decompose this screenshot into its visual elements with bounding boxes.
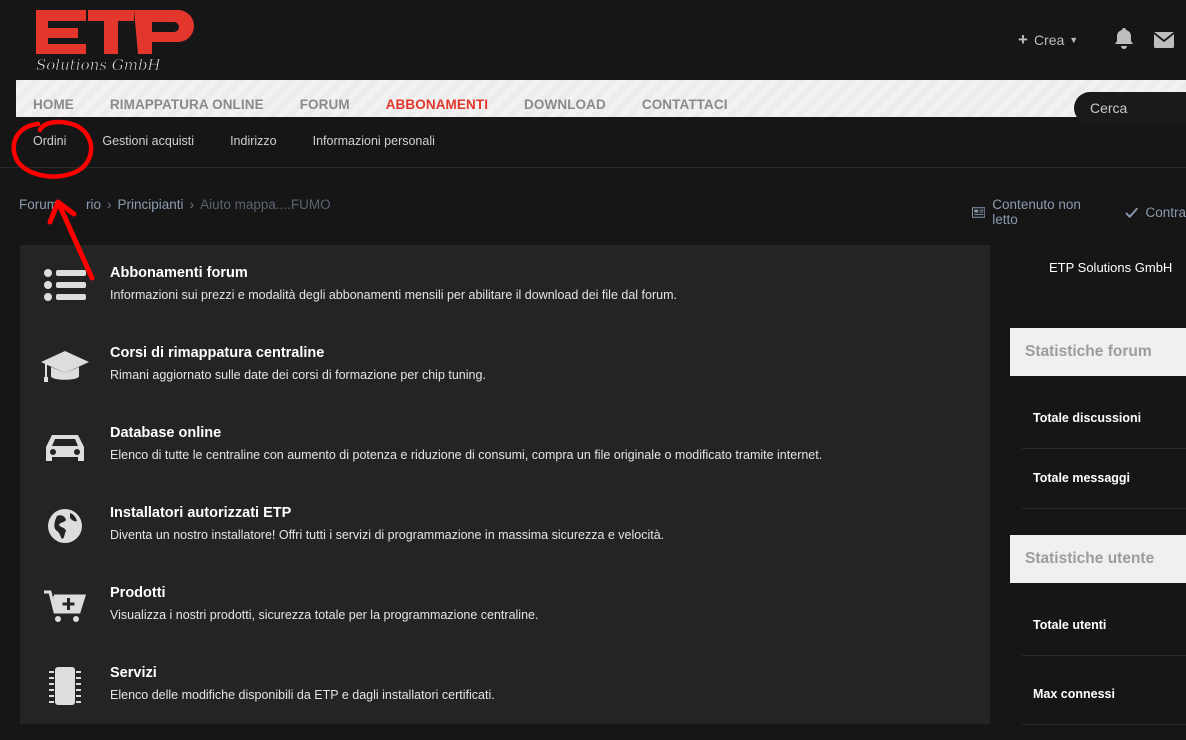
nav-contattaci[interactable]: CONTATTACI <box>642 97 728 112</box>
item-description: Rimani aggiornato sulle date dei corsi d… <box>110 368 486 382</box>
stat-label: Totale discussioni <box>1033 411 1142 425</box>
stat-row: Totale messaggi <box>1022 449 1186 509</box>
chevron-right-icon: › <box>107 197 112 212</box>
plus-icon: + <box>1018 30 1028 49</box>
list-item[interactable]: Installatori autorizzati ETP Diventa un … <box>20 485 990 565</box>
nav-forum[interactable]: FORUM <box>300 97 350 112</box>
item-description: Elenco delle modifiche disponibili da ET… <box>110 688 495 702</box>
sub-navigation: Ordini Gestioni acquisti Indirizzo Infor… <box>0 117 1186 168</box>
subnav-informazioni-personali[interactable]: Informazioni personali <box>313 134 435 148</box>
caret-down-icon: ▼ <box>1069 35 1079 45</box>
breadcrumb-actions: Contenuto non letto Contra <box>972 197 1186 227</box>
newspaper-icon <box>972 206 986 218</box>
stat-label: Totale messaggi <box>1033 471 1131 485</box>
nav-abbonamenti[interactable]: ABBONAMENTI <box>386 97 488 112</box>
forum-stats-header: Statistiche forum <box>1010 328 1186 376</box>
breadcrumb: Forum rio › Principianti › Aiuto mappa..… <box>19 197 331 212</box>
list-item[interactable]: Database online Elenco di tutte le centr… <box>20 405 990 485</box>
main-navigation: HOME RIMAPPATURA ONLINE FORUM ABBONAMENT… <box>16 80 1186 117</box>
unread-content-link[interactable]: Contenuto non letto <box>992 197 1104 227</box>
breadcrumb-current: Aiuto mappa....FUMO <box>200 197 331 212</box>
item-title[interactable]: Prodotti <box>110 585 166 601</box>
item-description: Diventa un nostro installatore! Offri tu… <box>110 528 665 542</box>
car-icon <box>46 435 84 461</box>
header-actions: + Crea ▼ <box>1018 28 1174 50</box>
nav-rimappatura-online[interactable]: RIMAPPATURA ONLINE <box>110 97 264 112</box>
bell-icon[interactable] <box>1114 27 1134 49</box>
check-icon <box>1125 207 1139 218</box>
chip-icon <box>49 667 81 705</box>
item-description: Informazioni sui prezzi e modalità degli… <box>110 288 677 302</box>
item-title[interactable]: Corsi di rimappatura centraline <box>110 345 324 361</box>
stat-label: Max connessi <box>1033 687 1115 701</box>
graduation-cap-icon <box>41 351 89 382</box>
item-description: Visualizza i nostri prodotti, sicurezza … <box>110 608 539 622</box>
subnav-ordini[interactable]: Ordini <box>33 134 66 148</box>
logo-script: Solutions GmbH <box>36 56 162 74</box>
user-stats-header: Statistiche utente <box>1010 535 1186 583</box>
breadcrumb-principianti[interactable]: Principianti <box>118 197 184 212</box>
list-item[interactable]: Corsi di rimappatura centraline Rimani a… <box>20 325 990 405</box>
create-label: Crea <box>1033 32 1065 48</box>
subnav-indirizzo[interactable]: Indirizzo <box>230 134 277 148</box>
stat-row: Totale discussioni <box>1022 389 1186 449</box>
etp-logo[interactable]: Solutions GmbH <box>26 8 196 76</box>
globe-icon <box>48 509 82 543</box>
chevron-right-icon: › <box>189 197 195 212</box>
breadcrumb-forum[interactable]: Forum <box>19 197 58 212</box>
mark-read-link[interactable]: Contra <box>1145 205 1186 220</box>
mail-icon[interactable] <box>1154 32 1174 48</box>
subnav-gestioni-acquisti[interactable]: Gestioni acquisti <box>102 134 194 148</box>
item-title[interactable]: Abbonamenti forum <box>110 265 248 281</box>
create-menu-button[interactable]: + Crea ▼ <box>1018 30 1078 50</box>
stat-row: Totale utenti <box>1022 596 1186 656</box>
stat-row: Max connessi <box>1022 665 1186 725</box>
list-item[interactable]: Servizi Elenco delle modifiche disponibi… <box>20 645 990 725</box>
item-description: Elenco di tutte le centraline con aument… <box>110 448 823 462</box>
stat-label: Totale utenti <box>1033 618 1107 632</box>
nav-download[interactable]: DOWNLOAD <box>524 97 606 112</box>
company-name: ETP Solutions GmbH <box>1049 260 1173 275</box>
item-title[interactable]: Installatori autorizzati ETP <box>110 505 291 521</box>
item-title[interactable]: Database online <box>110 425 221 441</box>
list-item[interactable]: Prodotti Visualizza i nostri prodotti, s… <box>20 565 990 645</box>
nav-home[interactable]: HOME <box>33 97 74 112</box>
list-icon <box>44 269 86 301</box>
item-title[interactable]: Servizi <box>110 665 157 681</box>
subscriptions-panel: Abbonamenti forum Informazioni sui prezz… <box>20 245 990 724</box>
list-item[interactable]: Abbonamenti forum Informazioni sui prezz… <box>20 245 990 325</box>
breadcrumb-hidden-fragment: rio <box>86 197 102 212</box>
cart-add-icon <box>44 590 87 622</box>
